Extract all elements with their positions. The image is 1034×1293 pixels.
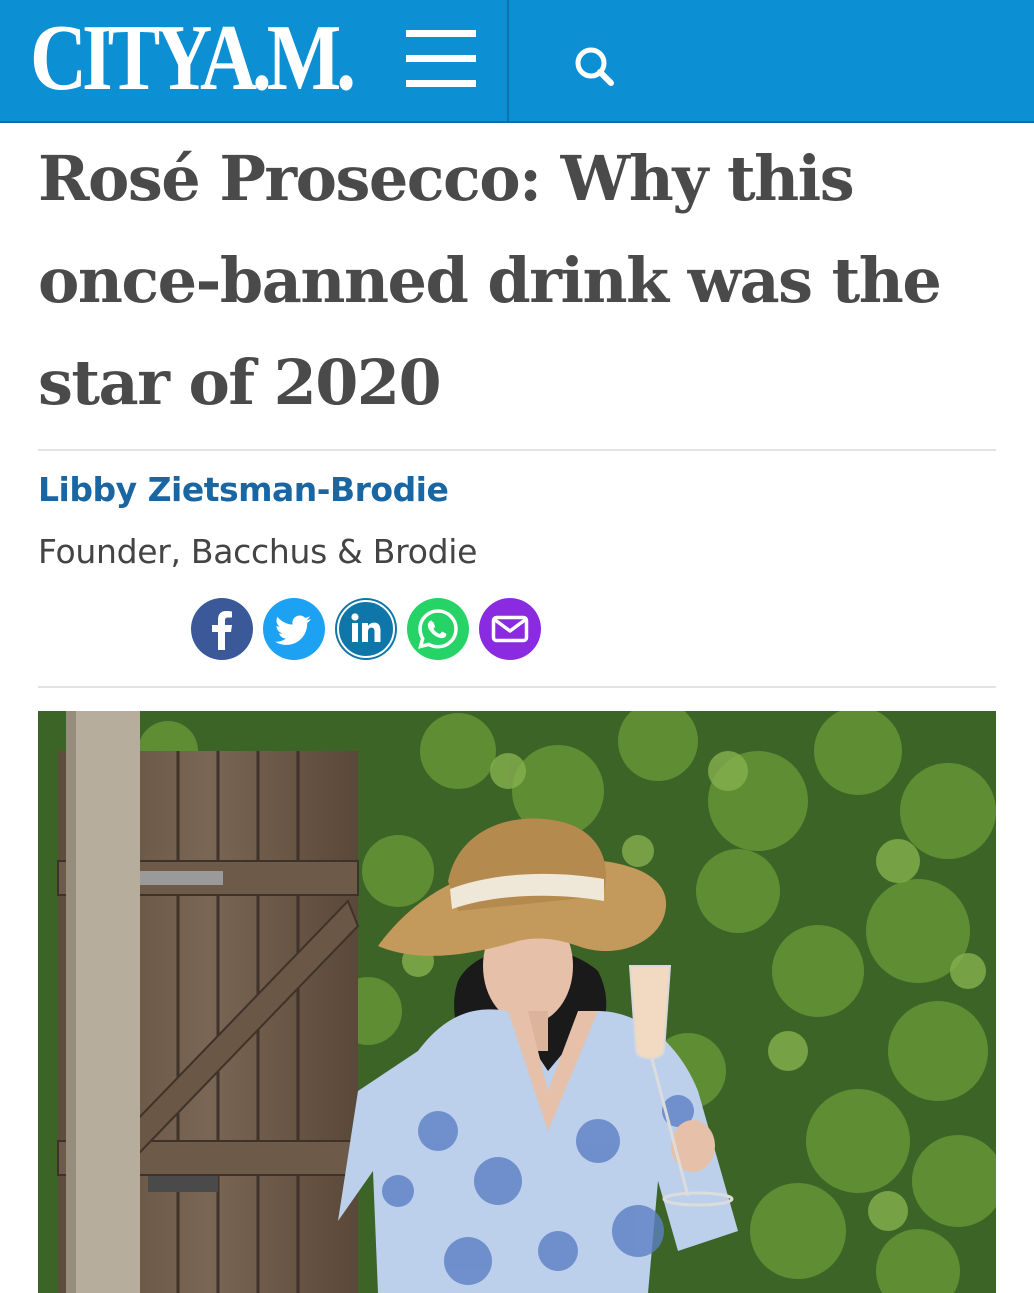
article-hero-image bbox=[38, 711, 996, 1293]
linkedin-icon[interactable] bbox=[335, 598, 397, 660]
header-divider bbox=[507, 0, 509, 121]
divider-top bbox=[38, 449, 996, 451]
divider-bottom bbox=[38, 686, 996, 688]
search-icon[interactable] bbox=[566, 38, 622, 94]
author-role: Founder, Bacchus & Brodie bbox=[38, 532, 478, 571]
site-logo[interactable]: CITYA.M. bbox=[30, 8, 356, 108]
hamburger-menu-icon[interactable] bbox=[404, 30, 478, 90]
email-icon[interactable] bbox=[479, 598, 541, 660]
site-header: CITYA.M. bbox=[0, 0, 1034, 123]
whatsapp-icon[interactable] bbox=[407, 598, 469, 660]
facebook-icon[interactable] bbox=[191, 598, 253, 660]
stone-post bbox=[66, 711, 140, 1293]
twitter-icon[interactable] bbox=[263, 598, 325, 660]
author-name[interactable]: Libby Zietsman-Brodie bbox=[38, 470, 449, 509]
article-headline: Rosé Prosecco: Why this once-banned drin… bbox=[38, 142, 942, 419]
